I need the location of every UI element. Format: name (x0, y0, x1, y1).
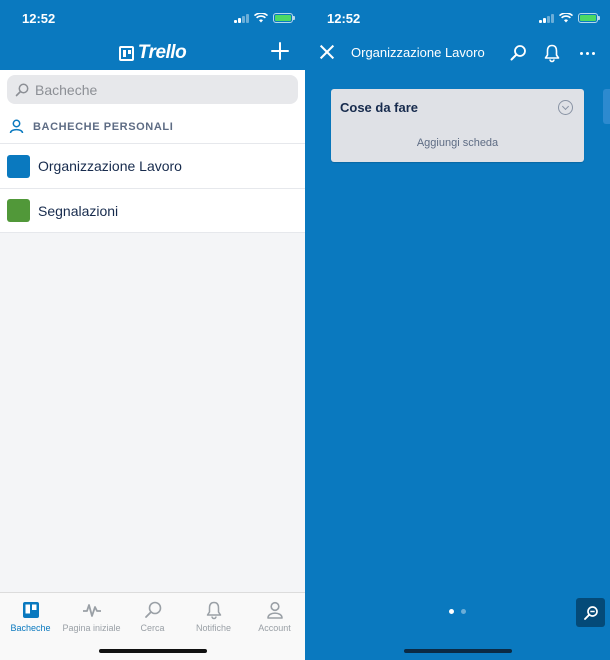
status-time: 12:52 (327, 11, 361, 26)
battery-icon (578, 13, 600, 23)
board-item-segnalazioni[interactable]: Segnalazioni (0, 188, 305, 233)
app-header: 12:52 Trello (0, 0, 305, 70)
boards-screen: 12:52 Trello Bacheche BACHECHE PERSONALI (0, 0, 305, 660)
add-board-button[interactable] (269, 40, 291, 62)
wifi-icon (559, 13, 573, 23)
wifi-icon (254, 13, 268, 23)
tab-bacheche[interactable]: Bacheche (0, 593, 61, 660)
board-screen: 12:52 Organizzazione Lavoro Cose da fare… (305, 0, 610, 660)
home-indicator (403, 649, 512, 653)
personal-boards-header: BACHECHE PERSONALI (0, 110, 305, 143)
tab-label: Notifiche (195, 623, 231, 633)
search-icon (15, 83, 29, 96)
tab-label: Cerca (140, 623, 165, 633)
close-button[interactable] (319, 44, 335, 60)
trello-logo-icon (118, 45, 134, 61)
list-title[interactable]: Cose da fare (340, 100, 418, 115)
page-indicator (305, 609, 610, 614)
search-placeholder: Bacheche (35, 81, 98, 98)
battery-icon (273, 13, 295, 23)
board-nav-bar: Organizzazione Lavoro (305, 36, 610, 70)
status-bar: 12:52 (305, 0, 610, 36)
home-indicator (98, 649, 207, 653)
next-list-peek[interactable] (603, 89, 610, 124)
notifications-button[interactable] (542, 43, 562, 63)
list-column: Cose da fare Aggiungi scheda (331, 89, 584, 162)
tab-account[interactable]: Account (244, 593, 305, 660)
status-bar: 12:52 (0, 0, 305, 36)
tab-label: Bacheche (10, 623, 51, 633)
trello-logo-text: Trello (137, 42, 187, 63)
signal-icon (234, 13, 249, 23)
page-dot (461, 609, 466, 614)
tab-bar: Bacheche Pagina iniziale Cerca Notifiche… (0, 592, 305, 660)
search-icon (144, 601, 161, 618)
trello-logo: Trello (0, 42, 305, 64)
board-title: Organizzazione Lavoro (351, 45, 485, 60)
add-card-button[interactable]: Aggiungi scheda (331, 137, 584, 149)
signal-icon (539, 13, 554, 23)
board-name: Organizzazione Lavoro (38, 158, 182, 174)
person-icon (9, 119, 24, 134)
boards-icon (22, 602, 39, 618)
person-icon (266, 601, 283, 619)
board-color-swatch (7, 199, 30, 222)
search-bar: Bacheche (0, 70, 305, 110)
status-time: 12:52 (22, 11, 56, 26)
search-button[interactable] (508, 43, 528, 63)
zoom-out-icon (583, 605, 598, 620)
zoom-button[interactable] (576, 598, 605, 627)
search-input[interactable]: Bacheche (7, 75, 298, 104)
tab-label: Pagina iniziale (62, 623, 121, 633)
board-name: Segnalazioni (38, 202, 119, 219)
bell-icon (206, 601, 221, 620)
board-list: Organizzazione Lavoro Segnalazioni (0, 143, 305, 233)
board-color-swatch (7, 154, 30, 178)
page-dot-active (449, 609, 454, 614)
tab-label: Account (258, 623, 291, 633)
more-options-button[interactable] (580, 43, 600, 63)
activity-icon (82, 604, 101, 617)
board-item-organizzazione-lavoro[interactable]: Organizzazione Lavoro (0, 143, 305, 188)
section-title: BACHECHE PERSONALI (33, 120, 174, 133)
list-menu-button[interactable] (558, 100, 573, 115)
